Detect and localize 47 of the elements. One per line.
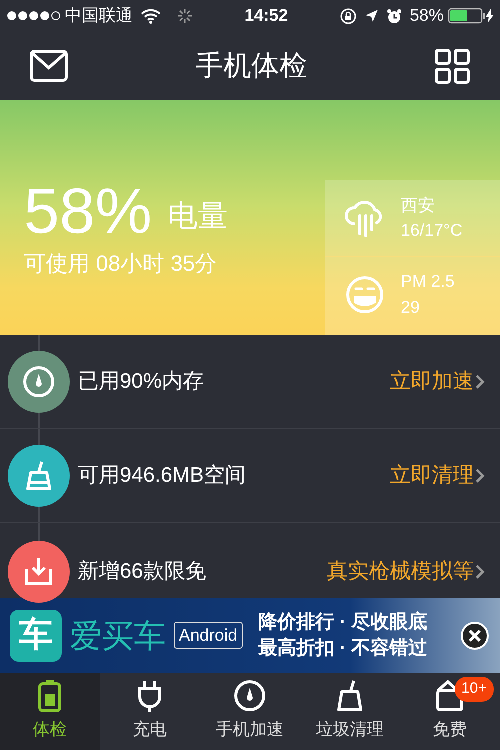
grid-menu-icon[interactable]: [435, 48, 470, 84]
screen-title: 手机体检: [196, 49, 308, 83]
app-logo: 车: [10, 610, 62, 662]
chevron-icon: [474, 468, 486, 484]
info-value: 29: [401, 296, 421, 318]
item-text: 新增66款限免: [78, 559, 206, 585]
alarm-icon: [386, 8, 402, 24]
info-value: 16/17°C: [401, 220, 463, 242]
chevron-icon: [474, 564, 486, 580]
tab-button[interactable]: 体检: [0, 673, 100, 750]
gauge-icon: [234, 679, 266, 713]
clock-time: 14:52: [244, 5, 288, 28]
action-link[interactable]: 真实枪械模拟等: [327, 556, 486, 588]
chevron-icon: [474, 374, 486, 390]
masked-face-icon: [345, 274, 385, 314]
action-link[interactable]: 立即加速: [390, 366, 486, 398]
notification-badge: 10+: [454, 677, 494, 702]
battery-percentage: 58%: [24, 179, 152, 243]
remaining-time: 可使用 08小时 35分: [24, 250, 218, 278]
item-text: 已用90%内存: [78, 368, 204, 395]
wifi-icon: [141, 8, 161, 24]
battery-label: 电量: [168, 199, 228, 235]
carrier-name: 中国联通: [65, 5, 133, 28]
tab-button[interactable]: 充电: [100, 673, 200, 750]
battery-icon: [37, 679, 63, 713]
gauge-icon: [22, 364, 56, 398]
ad-text: 降价排行 · 尽收眼底: [258, 610, 428, 635]
info-label: 西安: [401, 194, 436, 216]
rain-cloud-icon: [345, 198, 385, 238]
mail-icon[interactable]: [30, 50, 68, 82]
app-name: 爱买车: [70, 616, 166, 656]
loading-icon: [177, 8, 193, 24]
battery-percent: 58%: [410, 5, 444, 28]
tab-button[interactable]: 免费 10+: [400, 673, 500, 750]
item-text: 可用946.6MB空间: [78, 462, 246, 489]
tab-button[interactable]: 手机加速: [200, 673, 300, 750]
ad-text: 最高折扣 · 不容错过: [258, 636, 428, 660]
plug-icon: [136, 679, 164, 713]
platform-label: Android: [174, 622, 243, 650]
rotation-lock-icon: [340, 8, 357, 24]
battery-icon: [448, 8, 486, 24]
charging-bolt-icon: [486, 9, 494, 23]
action-link[interactable]: 立即清理: [390, 460, 486, 492]
close-icon[interactable]: [460, 620, 490, 650]
location-arrow-icon: [364, 9, 379, 23]
tab-button[interactable]: 垃圾清理: [300, 673, 400, 750]
info-label: PM 2.5: [401, 271, 455, 293]
